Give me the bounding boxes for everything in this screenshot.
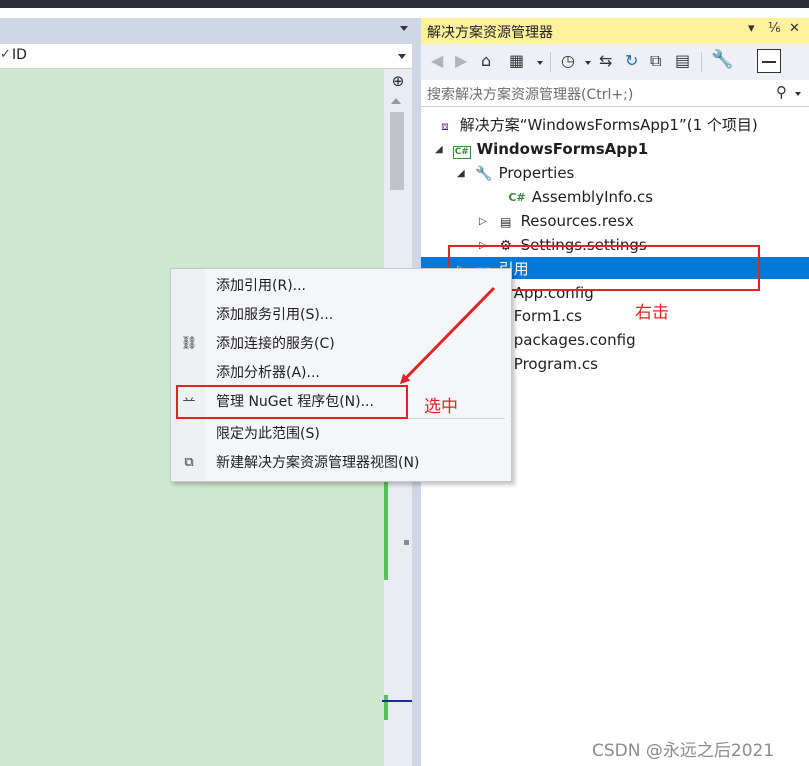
arrow-line [399, 286, 496, 385]
watermark: CSDN @永远之后2021 [592, 741, 775, 761]
annotation-arrow [399, 286, 496, 385]
